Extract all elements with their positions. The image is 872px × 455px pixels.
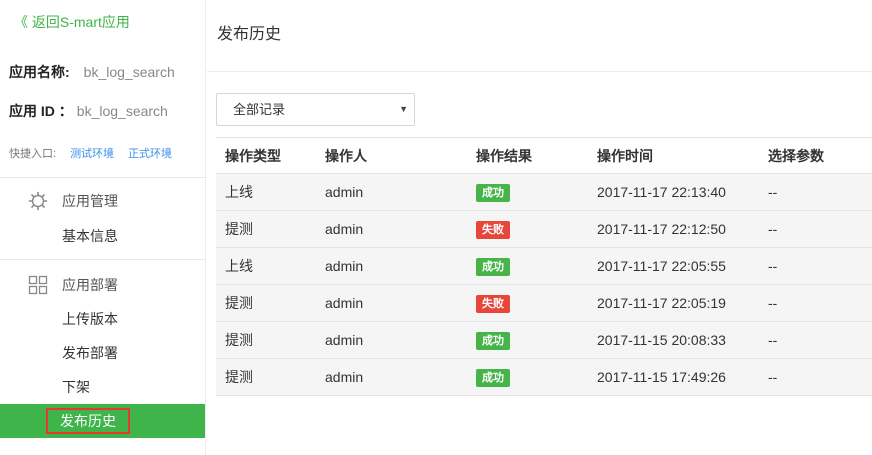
table-row: 上线 admin 成功 2017-11-17 22:05:55 -- (216, 248, 872, 285)
app-id-value: bk_log_search (76, 103, 168, 119)
nav-item-label: 发布历史 (46, 408, 130, 434)
nav-item-release-history[interactable]: 发布历史 (0, 404, 205, 438)
cell-operator: admin (325, 184, 364, 200)
cell-operator: admin (325, 369, 364, 385)
app-name-row: 应用名称: bk_log_search (9, 62, 175, 82)
nav-item-offline[interactable]: 下架 (0, 370, 205, 404)
table-header: 操作类型 操作人 操作结果 操作时间 选择参数 (216, 137, 872, 174)
nav-item-upload-version[interactable]: 上传版本 (0, 302, 205, 336)
nav-item-basic-info[interactable]: 基本信息 (0, 219, 205, 253)
nav-item-deploy[interactable]: 发布部署 (0, 336, 205, 370)
table-row: 上线 admin 成功 2017-11-17 22:13:40 -- (216, 174, 872, 211)
back-link[interactable]: 《 返回S-mart应用 (14, 12, 130, 32)
status-badge: 失败 (476, 294, 510, 313)
section-app-management: 应用管理 (28, 191, 118, 211)
cell-time: 2017-11-15 17:49:26 (597, 369, 726, 385)
cell-time: 2017-11-17 22:13:40 (597, 184, 726, 200)
status-badge: 成功 (476, 183, 510, 202)
select-value: 全部记录 (233, 102, 286, 117)
status-badge: 失败 (476, 220, 510, 239)
cell-operator: admin (325, 332, 364, 348)
section-app-deploy: 应用部署 (28, 275, 118, 295)
caret-down-icon: ▼ (399, 104, 408, 114)
status-badge: 成功 (476, 368, 510, 387)
cell-params: -- (768, 332, 778, 348)
nav-item-label: 上传版本 (62, 311, 118, 327)
cell-type: 上线 (225, 258, 253, 274)
app-name-label: 应用名称: (9, 64, 70, 80)
app-name-value: bk_log_search (83, 64, 175, 80)
prod-env-link[interactable]: 正式环境 (128, 148, 172, 160)
cell-operator: admin (325, 295, 364, 311)
main-content: 发布历史 全部记录 ▼ 操作类型 操作人 操作结果 操作时间 选择参数 上线 ad… (207, 0, 872, 455)
cell-time: 2017-11-17 22:05:19 (597, 295, 726, 311)
header-result: 操作结果 (476, 147, 532, 164)
cell-time: 2017-11-17 22:12:50 (597, 221, 726, 237)
table-row: 提测 admin 成功 2017-11-15 20:08:33 -- (216, 322, 872, 359)
cell-operator: admin (325, 221, 364, 237)
cell-result: 成功 (467, 331, 588, 350)
quick-entry-label: 快捷入口: (9, 148, 57, 160)
nav-item-label: 发布部署 (62, 345, 118, 361)
sidebar-divider (0, 259, 206, 260)
header-type: 操作类型 (225, 147, 281, 164)
cell-type: 提测 (225, 221, 253, 237)
cell-operator: admin (325, 258, 364, 274)
record-filter-select[interactable]: 全部记录 ▼ (216, 93, 415, 126)
page-title: 发布历史 (217, 26, 282, 43)
cell-type: 提测 (225, 332, 253, 348)
cell-type: 提测 (225, 369, 253, 385)
table-row: 提测 admin 失败 2017-11-17 22:05:19 -- (216, 285, 872, 322)
test-env-link[interactable]: 测试环境 (70, 148, 114, 160)
header-time: 操作时间 (597, 147, 653, 164)
cell-params: -- (768, 221, 778, 237)
app-id-row: 应用 ID ： bk_log_search (9, 101, 168, 121)
nav-item-label: 基本信息 (62, 228, 118, 244)
cell-result: 成功 (467, 368, 588, 387)
nav-item-label: 下架 (62, 379, 90, 395)
table-row: 提测 admin 失败 2017-11-17 22:12:50 -- (216, 211, 872, 248)
cell-params: -- (768, 258, 778, 274)
quick-entry: 快捷入口: 测试环境 正式环境 (9, 145, 172, 161)
header-params: 选择参数 (768, 147, 824, 164)
cell-params: -- (768, 295, 778, 311)
status-badge: 成功 (476, 257, 510, 276)
cell-params: -- (768, 184, 778, 200)
section-title: 应用管理 (62, 193, 118, 209)
cell-result: 失败 (467, 220, 588, 239)
sidebar-divider (0, 177, 206, 178)
cell-result: 失败 (467, 294, 588, 313)
table-row: 提测 admin 成功 2017-11-15 17:49:26 -- (216, 359, 872, 396)
grid-icon (28, 275, 48, 295)
sidebar: 《 返回S-mart应用 应用名称: bk_log_search 应用 ID ： b… (0, 0, 206, 455)
app-id-label: 应用 ID ： (9, 103, 73, 119)
header-operator: 操作人 (325, 147, 367, 164)
section-title: 应用部署 (62, 277, 118, 293)
cell-time: 2017-11-17 22:05:55 (597, 258, 726, 274)
cell-result: 成功 (467, 183, 588, 202)
cell-result: 成功 (467, 257, 588, 276)
cell-type: 上线 (225, 184, 253, 200)
title-divider (207, 71, 872, 72)
status-badge: 成功 (476, 331, 510, 350)
cell-time: 2017-11-15 20:08:33 (597, 332, 726, 348)
history-table: 操作类型 操作人 操作结果 操作时间 选择参数 上线 admin 成功 2017-11… (216, 137, 872, 396)
gear-icon (28, 191, 48, 211)
cell-params: -- (768, 369, 778, 385)
cell-type: 提测 (225, 295, 253, 311)
